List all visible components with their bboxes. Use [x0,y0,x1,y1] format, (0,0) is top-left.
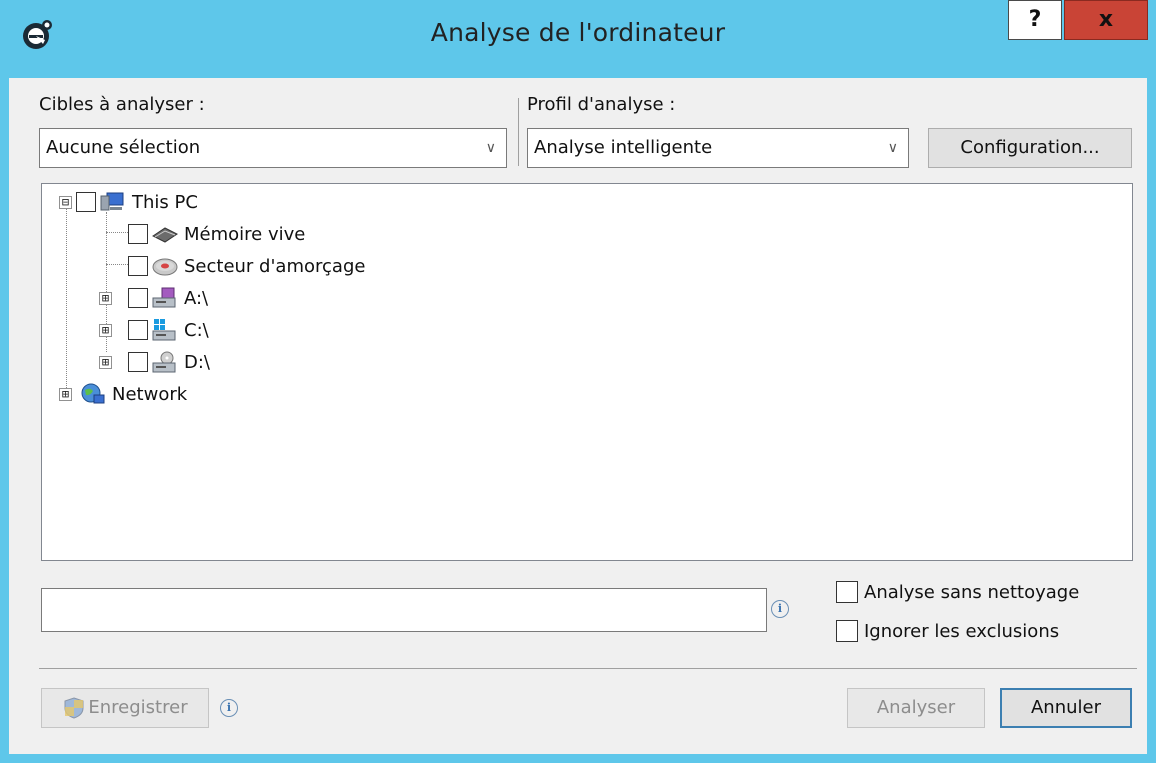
title-bar[interactable]: Analyse de l'ordinateur ? x [0,0,1156,78]
save-button[interactable]: Enregistrer [41,688,209,728]
window-title: Analyse de l'ordinateur [430,18,726,47]
expand-icon[interactable]: ⊞ [99,291,112,305]
expand-icon[interactable]: ⊞ [99,355,112,369]
tree-checkbox[interactable] [128,288,148,308]
memory-chip-icon [152,227,178,243]
floppy-drive-icon [152,287,176,308]
tree-item-boot-sector[interactable]: Secteur d'amorçage [128,252,365,280]
tree-connector [106,232,128,233]
configuration-button[interactable]: Configuration... [928,128,1132,168]
save-button-label: Enregistrer [88,697,188,718]
tree-item-this-pc[interactable]: ⊟ This PC [59,188,198,216]
computer-icon [100,192,124,211]
scan-targets-tree[interactable]: ⊟ This PC Mémoire vive Secteur d'amorçag… [41,183,1133,561]
tree-item-label: Secteur d'amorçage [184,255,366,277]
collapse-icon[interactable]: ⊟ [59,195,72,209]
cancel-button[interactable]: Annuler [1000,688,1132,728]
optical-drive-icon [152,351,176,373]
tree-checkbox[interactable] [128,256,148,276]
network-globe-icon [81,383,105,404]
shield-icon [64,697,84,719]
tree-item-label: This PC [132,191,198,213]
tree-item-drive-d[interactable]: ⊞ D:\ [99,348,210,376]
tree-item-label: C:\ [184,319,209,341]
targets-selected-value: Aucune sélection [46,137,201,158]
expand-icon[interactable]: ⊞ [59,387,72,401]
help-button[interactable]: ? [1008,0,1062,40]
tree-item-label: D:\ [184,351,210,373]
profile-selected-value: Analyse intelligente [534,137,713,158]
dialog-client-area: Cibles à analyser : Aucune sélection ∨ P… [9,78,1147,754]
targets-dropdown[interactable]: Aucune sélection ∨ [39,128,507,168]
tree-item-network[interactable]: ⊞ Network [59,380,187,408]
tree-checkbox[interactable] [128,320,148,340]
expand-icon[interactable]: ⊞ [99,323,112,337]
tree-item-label: Mémoire vive [184,223,306,245]
targets-label: Cibles à analyser : [39,94,205,115]
system-drive-icon [152,319,176,341]
close-button[interactable]: x [1064,0,1148,40]
chevron-down-icon: ∨ [887,140,898,156]
info-icon[interactable]: i [771,600,789,618]
tree-item-memory[interactable]: Mémoire vive [128,220,305,248]
tree-connector [106,264,128,265]
scan-path-input[interactable] [41,588,767,632]
vertical-divider [518,98,519,166]
tree-item-drive-a[interactable]: ⊞ A:\ [99,284,208,312]
ignore-exclusions-label: Ignorer les exclusions [864,620,1060,642]
info-icon[interactable]: i [220,699,238,717]
no-clean-checkbox[interactable] [836,581,858,603]
tree-item-label: A:\ [184,287,209,309]
tree-checkbox[interactable] [76,192,96,212]
dialog-window: Analyse de l'ordinateur ? x Cibles à ana… [0,0,1156,763]
horizontal-divider [39,668,1137,669]
profile-dropdown[interactable]: Analyse intelligente ∨ [527,128,909,168]
chevron-down-icon: ∨ [485,140,496,156]
tree-checkbox[interactable] [128,224,148,244]
tree-item-drive-c[interactable]: ⊞ C:\ [99,316,209,344]
no-clean-label: Analyse sans nettoyage [864,581,1080,603]
tree-checkbox[interactable] [128,352,148,372]
boot-sector-disk-icon [152,258,178,276]
tree-item-label: Network [112,383,188,405]
ignore-exclusions-option[interactable]: Ignorer les exclusions [836,620,1059,642]
scan-button[interactable]: Analyser [847,688,985,728]
no-clean-option[interactable]: Analyse sans nettoyage [836,581,1079,603]
ignore-exclusions-checkbox[interactable] [836,620,858,642]
tree-connector [66,208,67,394]
profile-label: Profil d'analyse : [527,94,676,115]
